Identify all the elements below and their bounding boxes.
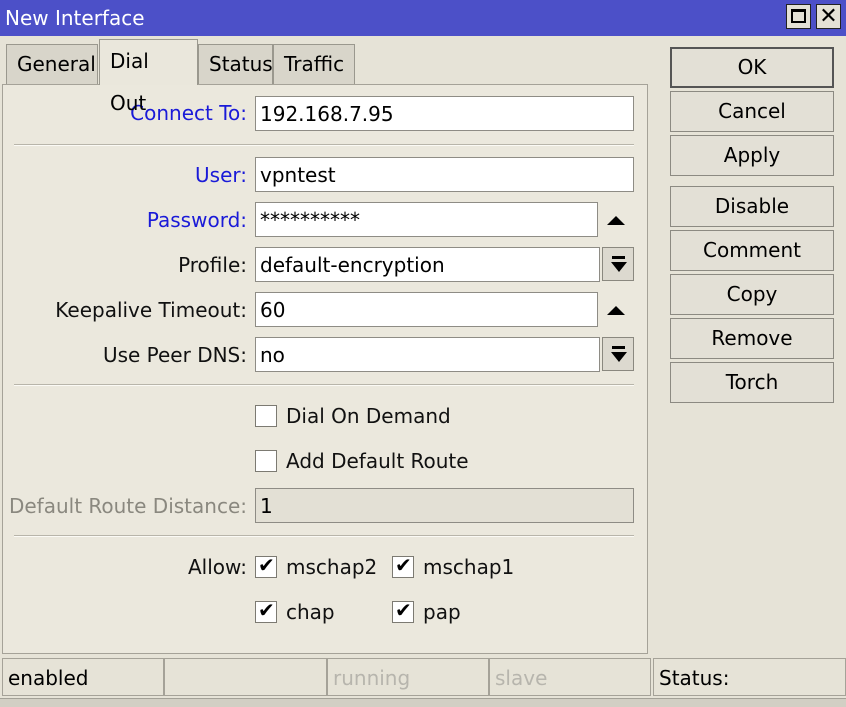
close-icon: ✕ <box>819 4 838 29</box>
separator <box>14 535 634 537</box>
disable-button[interactable]: Disable <box>670 186 834 227</box>
separator <box>14 144 634 146</box>
check-icon: ✔ <box>258 598 275 622</box>
remove-button[interactable]: Remove <box>670 318 834 359</box>
allow-label: Allow: <box>187 555 247 579</box>
ok-button[interactable]: OK <box>670 47 834 88</box>
comment-button[interactable]: Comment <box>670 230 834 271</box>
keepalive-timeout-field[interactable]: 60 <box>255 292 598 327</box>
chap-checkbox[interactable]: ✔ <box>255 598 277 623</box>
dropdown-arrow-icon <box>611 262 627 272</box>
maximize-button[interactable] <box>786 4 811 29</box>
use-peer-dns-dropdown-button[interactable] <box>602 337 634 371</box>
user-field[interactable]: vpntest <box>255 157 634 192</box>
pap-label: pap <box>423 600 461 624</box>
check-icon: ✔ <box>395 598 412 622</box>
check-icon: ✔ <box>258 553 275 577</box>
dial-on-demand-checkbox[interactable] <box>255 405 277 427</box>
tab-dial-out[interactable]: Dial Out <box>99 39 198 115</box>
mschap1-label: mschap1 <box>423 555 515 579</box>
add-default-route-label: Add Default Route <box>286 449 469 473</box>
use-peer-dns-select[interactable]: no <box>255 337 600 372</box>
user-label: User: <box>195 163 247 187</box>
mschap2-label: mschap2 <box>286 555 378 579</box>
status-label: Status: <box>653 658 846 696</box>
password-label: Password: <box>146 208 247 232</box>
tab-traffic[interactable]: Traffic <box>273 44 355 84</box>
tab-general[interactable]: General <box>6 44 98 84</box>
status-enabled: enabled <box>2 658 164 696</box>
status-slave: slave <box>489 658 651 696</box>
separator <box>14 384 634 386</box>
title-bar: New Interface ✕ <box>0 0 846 36</box>
dropdown-bar-icon <box>612 346 625 349</box>
profile-dropdown-button[interactable] <box>602 247 634 281</box>
check-icon: ✔ <box>395 553 412 577</box>
dropdown-bar-icon <box>612 256 625 259</box>
maximize-icon <box>791 9 806 23</box>
chap-label: chap <box>286 600 335 624</box>
torch-button[interactable]: Torch <box>670 362 834 403</box>
copy-button[interactable]: Copy <box>670 274 834 315</box>
dropdown-arrow-icon <box>611 352 627 362</box>
window-title: New Interface <box>5 6 145 30</box>
keepalive-collapse-arrow-icon[interactable] <box>607 306 625 315</box>
keepalive-timeout-label: Keepalive Timeout: <box>55 298 247 322</box>
status-running: running <box>327 658 489 696</box>
mschap1-checkbox[interactable]: ✔ <box>392 553 414 578</box>
tab-status[interactable]: Status <box>198 44 273 84</box>
default-route-distance-field: 1 <box>255 488 634 523</box>
close-button[interactable]: ✕ <box>816 4 841 29</box>
apply-button[interactable]: Apply <box>670 135 834 176</box>
profile-select[interactable]: default-encryption <box>255 247 600 282</box>
status-empty <box>164 658 327 696</box>
cancel-button[interactable]: Cancel <box>670 91 834 132</box>
status-bar: enabled running slave Status: <box>0 656 846 698</box>
use-peer-dns-label: Use Peer DNS: <box>102 343 247 367</box>
password-collapse-arrow-icon[interactable] <box>607 216 625 225</box>
add-default-route-checkbox[interactable] <box>255 450 277 472</box>
password-field[interactable]: ********** <box>255 202 598 237</box>
default-route-distance-label: Default Route Distance: <box>8 494 247 518</box>
dial-on-demand-label: Dial On Demand <box>286 404 451 428</box>
mschap2-checkbox[interactable]: ✔ <box>255 553 277 578</box>
connect-to-field[interactable]: 192.168.7.95 <box>255 96 634 131</box>
profile-label: Profile: <box>178 253 247 277</box>
pap-checkbox[interactable]: ✔ <box>392 598 414 623</box>
